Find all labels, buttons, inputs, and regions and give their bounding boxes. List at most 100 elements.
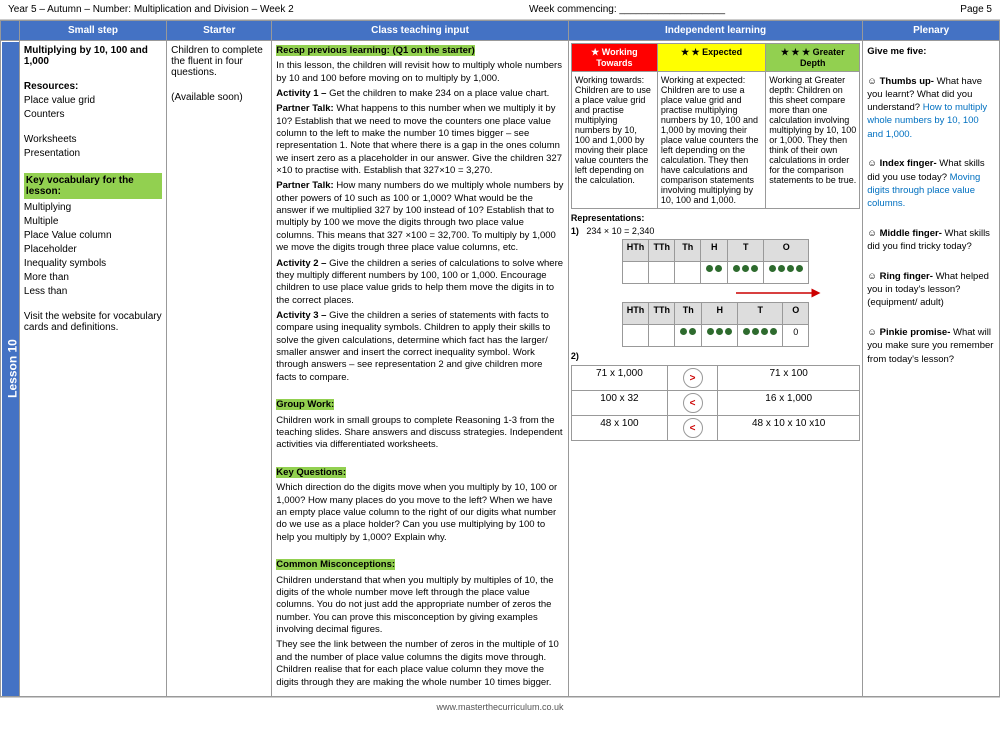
comparison-row-1: 71 x 1,000 > 71 x 100 — [571, 366, 859, 391]
pv-header-h: H — [701, 240, 728, 262]
pv2-header-t: T — [738, 303, 783, 325]
pv2-row1-hth — [622, 325, 649, 347]
pv2-row1-th — [675, 325, 702, 347]
small-step-title: Multiplying by 10, 100 and 1,000 — [24, 45, 162, 67]
vocab-7: Less than — [24, 286, 162, 297]
vocab-4: Placeholder — [24, 244, 162, 255]
page-header: Year 5 – Autumn – Number: Multiplication… — [0, 0, 1000, 20]
plenary-cell: Give me five: ☺ Thumbs up- What have you… — [863, 41, 1000, 697]
col-header-teaching: Class teaching input — [272, 21, 569, 41]
pinkie-label: Pinkie promise- — [880, 327, 951, 338]
small-step-cell: Multiplying by 10, 100 and 1,000 Resourc… — [19, 41, 166, 697]
pv2-header-tth: TTh — [649, 303, 675, 325]
page-title: Year 5 – Autumn – Number: Multiplication… — [8, 4, 294, 15]
pv2-header-th: Th — [675, 303, 702, 325]
pv-row1-t — [728, 262, 764, 284]
pv2-header-o: O — [783, 303, 809, 325]
pv2-row1-tth — [649, 325, 675, 347]
col-header-starter: Starter — [167, 21, 272, 41]
col-header-small-step: Small step — [19, 21, 166, 41]
comp-symbol-1: > — [668, 366, 718, 391]
key-vocab-label: Key vocabulary for the lesson: — [24, 173, 162, 199]
lesson-label-cell: Lesson 10 — [1, 41, 20, 697]
rep2-label: 2) — [571, 351, 860, 361]
resource-4: Presentation — [24, 148, 162, 159]
partner-talk2-label: Partner Talk: — [276, 180, 333, 191]
representations-label: Representations: — [571, 213, 860, 223]
activity1-text: Get the children to make 234 on a place … — [329, 88, 549, 99]
index-icon: ☺ — [867, 158, 877, 169]
middle-label: Middle finger- — [880, 228, 942, 239]
footer-url: www.masterthecurriculum.co.uk — [436, 702, 563, 712]
resource-3: Worksheets — [24, 134, 162, 145]
pv-row1-hth — [622, 262, 649, 284]
pv2-row1-h — [702, 325, 738, 347]
group-work-text: Children work in small groups to complet… — [276, 415, 564, 452]
index-label: Index finger- — [880, 158, 937, 169]
starter-cell: Children to complete the fluent in four … — [167, 41, 272, 697]
page-number: Page 5 — [960, 4, 992, 15]
activity2-label: Activity 2 – — [276, 258, 326, 269]
give-me-five: Give me five: — [867, 45, 995, 58]
resources-label: Resources: — [24, 81, 162, 92]
misconceptions-label: Common Misconceptions: — [276, 559, 395, 570]
exp-stars: ★ ★ — [681, 47, 700, 57]
working-towards-text: Working towards: Children are to use a p… — [571, 72, 657, 209]
activity1-label: Activity 1 – — [276, 88, 326, 99]
misconceptions-text2: They see the link between the number of … — [276, 639, 564, 688]
pv-header-hth: HTh — [622, 240, 649, 262]
pinkie-icon: ☺ — [867, 327, 877, 338]
vocab-2: Multiple — [24, 216, 162, 227]
independent-cell: ★ Working Towards ★ ★ Expected ★ ★ ★ Gre… — [568, 41, 862, 697]
gd-stars: ★ ★ ★ — [781, 47, 810, 57]
pv2-header-hth: HTh — [622, 303, 649, 325]
comp-right-3: 48 x 10 x 10 x10 — [718, 416, 860, 441]
comp-left-3: 48 x 100 — [571, 416, 667, 441]
comp-symbol-2: < — [668, 391, 718, 416]
activity3-label: Activity 3 – — [276, 310, 326, 321]
comparison-row-2: 100 x 32 < 16 x 1,000 — [571, 391, 859, 416]
wt-star: ★ — [591, 47, 599, 57]
page-footer: www.masterthecurriculum.co.uk — [0, 697, 1000, 716]
pv2-row1-t — [738, 325, 783, 347]
ring-label: Ring finger- — [880, 271, 933, 282]
greater-depth-text: Working at Greater depth: Children on th… — [766, 72, 860, 209]
rep1-label: 1) 234 × 10 = 2,340 — [571, 226, 860, 236]
expected-header: ★ ★ Expected — [657, 44, 765, 72]
recap-text: In this lesson, the children will revisi… — [276, 60, 564, 85]
teaching-cell: Recap previous learning: (Q1 on the star… — [272, 41, 569, 697]
resource-1: Place value grid — [24, 95, 162, 106]
pv2-row1-o: 0 — [783, 325, 809, 347]
col-header-plenary: Plenary — [863, 21, 1000, 41]
comp-left-2: 100 x 32 — [571, 391, 667, 416]
thumb-label: Thumbs up- — [880, 76, 934, 87]
visit-text: Visit the website for vocabulary cards a… — [24, 311, 162, 333]
thumb-icon: ☺ — [867, 76, 877, 87]
starter-text: Children to complete the fluent in four … — [171, 45, 267, 78]
resource-2: Counters — [24, 109, 162, 120]
comp-symbol-3: < — [668, 416, 718, 441]
vocab-1: Multiplying — [24, 202, 162, 213]
available-soon: (Available soon) — [171, 92, 267, 103]
vocab-5: Inequality symbols — [24, 258, 162, 269]
vocab-6: More than — [24, 272, 162, 283]
week-commencing: Week commencing: ___________________ — [529, 4, 725, 15]
recap-label: Recap previous learning: (Q1 on the star… — [276, 45, 475, 56]
vocab-3: Place Value column — [24, 230, 162, 241]
pv-row1-o — [764, 262, 809, 284]
comp-right-2: 16 x 1,000 — [718, 391, 860, 416]
arrow-area — [571, 286, 860, 300]
lesson-label: Lesson 10 — [5, 339, 19, 398]
expected-text: Working at expected: Children are to use… — [657, 72, 765, 209]
comparison-row-3: 48 x 100 < 48 x 10 x 10 x10 — [571, 416, 859, 441]
greater-depth-header: ★ ★ ★ Greater Depth — [766, 44, 860, 72]
pv-header-o: O — [764, 240, 809, 262]
ring-icon: ☺ — [867, 271, 877, 282]
key-questions-text: Which direction do the digits move when … — [276, 482, 564, 544]
pv-row1-h — [701, 262, 728, 284]
misconceptions-text: Children understand that when you multip… — [276, 575, 564, 637]
working-towards-header: ★ Working Towards — [571, 44, 657, 72]
group-work-label: Group Work: — [276, 399, 334, 410]
pv2-header-h: H — [702, 303, 738, 325]
pv-row1-tth — [649, 262, 675, 284]
